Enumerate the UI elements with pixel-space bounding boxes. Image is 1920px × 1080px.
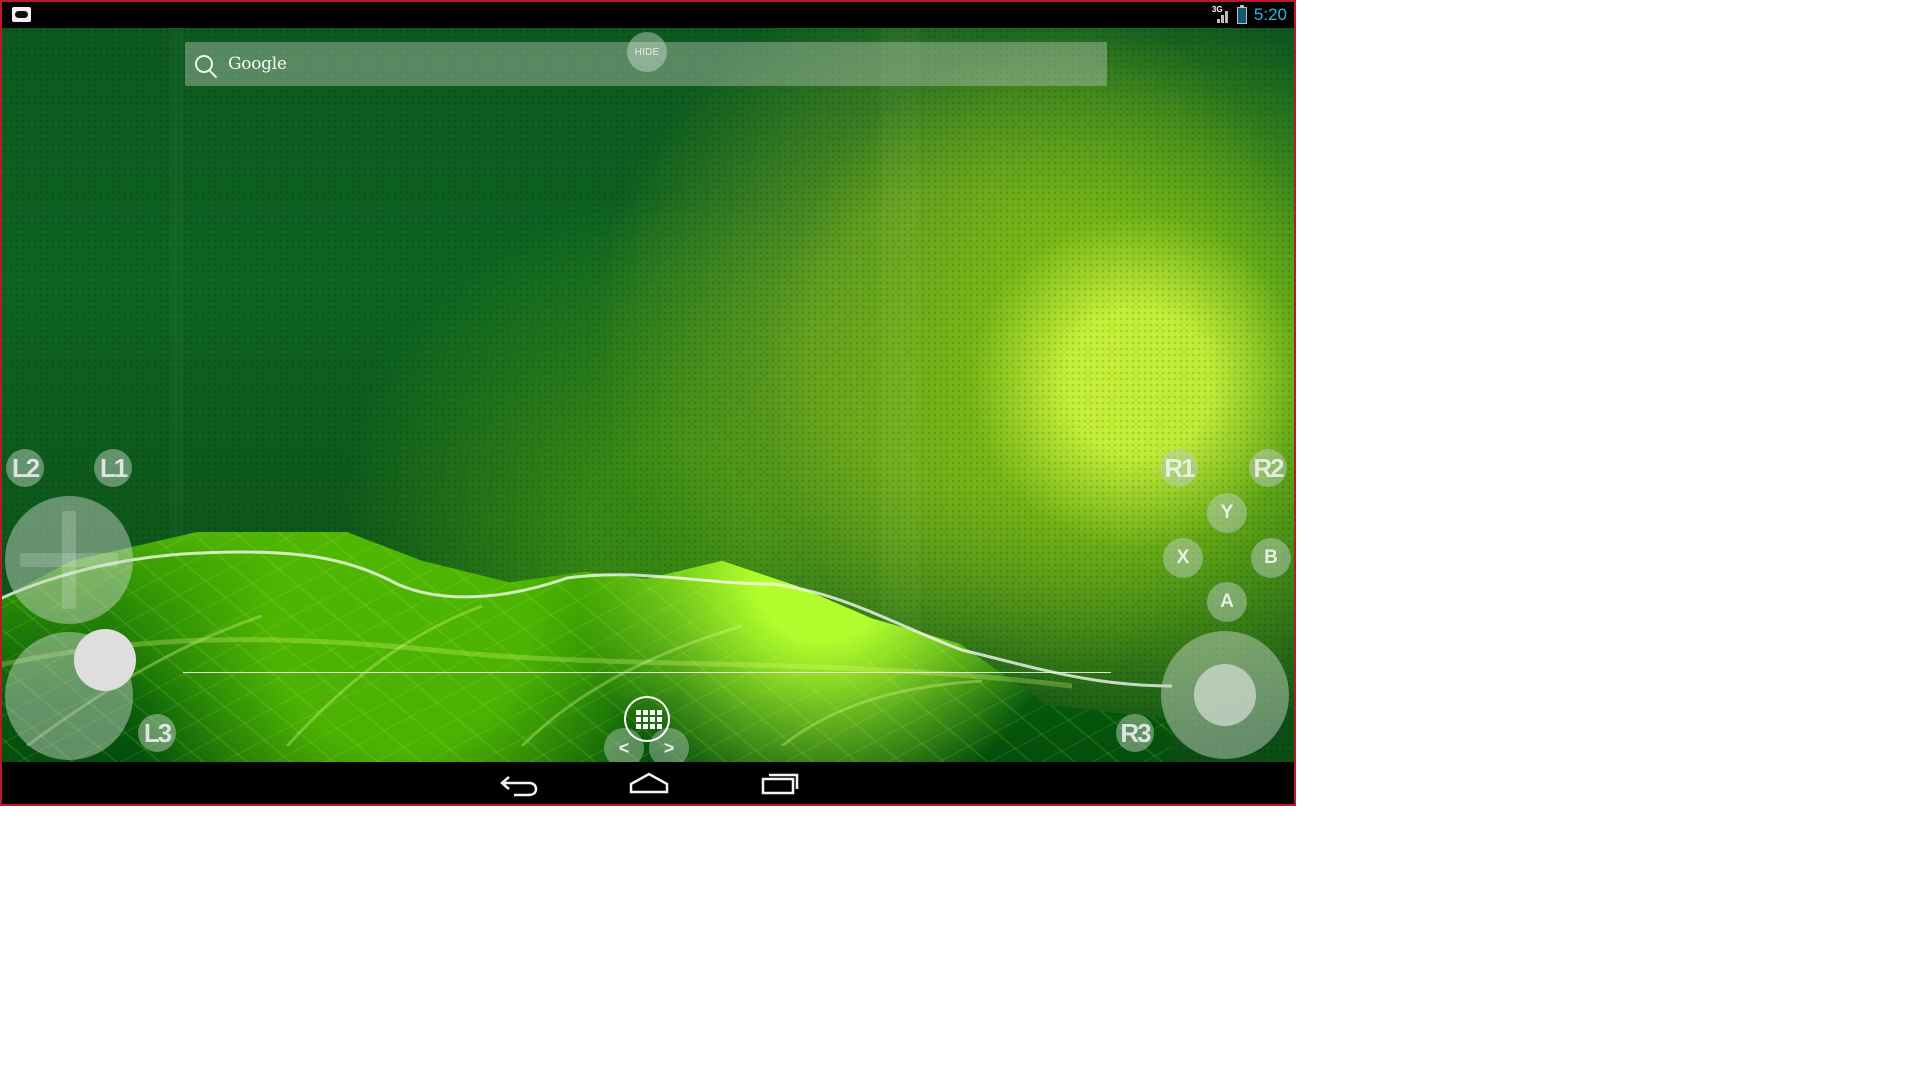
signal-bar bbox=[1224, 11, 1228, 23]
battery-icon bbox=[1236, 4, 1247, 24]
app-drawer-icon-dot bbox=[643, 724, 648, 729]
x-button[interactable]: X bbox=[1163, 538, 1203, 578]
hide-controls-button[interactable]: HIDE bbox=[627, 32, 667, 72]
app-drawer-icon-dot bbox=[657, 717, 662, 722]
r3-button[interactable]: R3 bbox=[1116, 714, 1154, 752]
b-button[interactable]: B bbox=[1251, 538, 1291, 578]
signal-bar bbox=[1216, 19, 1220, 23]
search-label: Google bbox=[228, 54, 287, 74]
app-drawer-icon-dot bbox=[657, 724, 662, 729]
r1-button[interactable]: R1 bbox=[1160, 449, 1198, 487]
app-drawer-icon-dot bbox=[636, 710, 641, 715]
app-drawer-icon-dot bbox=[650, 724, 655, 729]
app-drawer-icon-dot bbox=[643, 717, 648, 722]
a-button[interactable]: A bbox=[1207, 582, 1247, 622]
app-drawer-icon-dot bbox=[636, 717, 641, 722]
gamepad-icon bbox=[12, 7, 31, 22]
app-drawer-icon-dot bbox=[650, 717, 655, 722]
signal-icon: 3G bbox=[1211, 5, 1230, 24]
r2-button[interactable]: R2 bbox=[1249, 449, 1287, 487]
dpad-vertical bbox=[62, 511, 76, 609]
home-icon[interactable] bbox=[627, 769, 671, 797]
dpad-control[interactable] bbox=[5, 496, 133, 624]
status-icons: 3G 5:20 bbox=[1211, 4, 1287, 25]
dock-divider bbox=[183, 672, 1111, 673]
android-device-screen: 3G 5:20 Google HIDE L2 L1 L3 R1 R2 Y X B… bbox=[0, 0, 1296, 806]
app-drawer-button[interactable] bbox=[624, 696, 670, 742]
app-drawer-icon-dot bbox=[657, 710, 662, 715]
status-time: 5:20 bbox=[1253, 5, 1287, 24]
system-navigation-bar bbox=[2, 762, 1294, 804]
search-icon bbox=[195, 55, 213, 73]
right-analog-knob[interactable] bbox=[1194, 664, 1256, 726]
app-drawer-icon-dot bbox=[636, 724, 641, 729]
l3-button[interactable]: L3 bbox=[138, 714, 176, 752]
left-analog-knob[interactable] bbox=[74, 629, 136, 691]
l2-button[interactable]: L2 bbox=[6, 449, 44, 487]
recents-icon[interactable] bbox=[757, 769, 801, 797]
back-icon[interactable] bbox=[497, 769, 541, 797]
y-button[interactable]: Y bbox=[1207, 493, 1247, 533]
app-drawer-icon-dot bbox=[650, 710, 655, 715]
status-bar: 3G 5:20 bbox=[2, 2, 1294, 28]
l1-button[interactable]: L1 bbox=[94, 449, 132, 487]
home-screen: Google HIDE L2 L1 L3 R1 R2 Y X B A R3 < … bbox=[2, 28, 1294, 766]
signal-bar bbox=[1220, 15, 1224, 23]
app-drawer-icon-dot bbox=[643, 710, 648, 715]
network-type-label: 3G bbox=[1211, 5, 1223, 14]
